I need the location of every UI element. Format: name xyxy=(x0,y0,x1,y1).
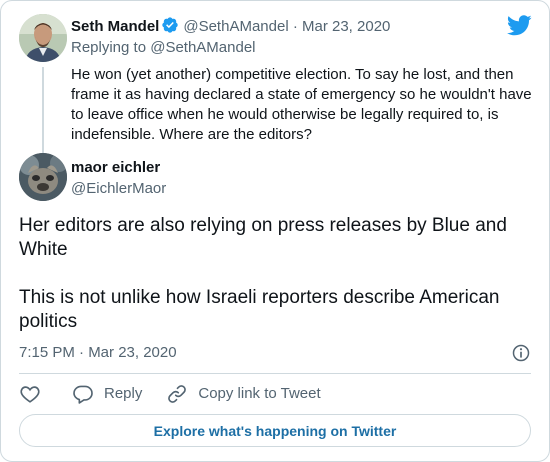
tweet-timestamp[interactable]: 7:15 PM · Mar 23, 2020 xyxy=(19,343,177,363)
parent-tweet-date[interactable]: Mar 23, 2020 xyxy=(302,18,390,35)
link-icon xyxy=(168,385,187,403)
speech-bubble-icon xyxy=(73,385,93,404)
avatar[interactable] xyxy=(19,14,67,62)
verified-badge-icon xyxy=(161,16,179,40)
avatar-photo-icon xyxy=(19,14,67,62)
avatar-photo-icon xyxy=(19,153,67,201)
author-name[interactable]: maor eichler xyxy=(71,158,160,178)
tweet-actions: Reply Copy link to Tweet xyxy=(19,383,321,405)
tweet-paragraph: Her editors are also relying on press re… xyxy=(19,215,507,260)
copy-link-label: Copy link to Tweet xyxy=(198,385,321,402)
parent-tweet-text: He won (yet another) competitive electio… xyxy=(71,66,532,143)
parent-author-handle[interactable]: @SethAMandel xyxy=(183,18,288,35)
tweet-paragraph: This is not unlike how Israeli reporters… xyxy=(19,287,500,332)
tweet-embed-card: Seth Mandel @SethAMandel · Mar 23, 2020 R… xyxy=(0,0,550,462)
info-icon[interactable] xyxy=(511,343,531,363)
like-button[interactable] xyxy=(19,383,41,405)
divider xyxy=(19,373,531,374)
reply-button[interactable]: Reply xyxy=(72,383,142,405)
twitter-bird-icon[interactable] xyxy=(507,15,532,36)
parent-author-name[interactable]: Seth Mandel xyxy=(71,18,159,35)
tweet-text: Her editors are also relying on press re… xyxy=(19,214,539,334)
parent-tweet-header: Seth Mandel @SethAMandel · Mar 23, 2020 xyxy=(71,16,390,40)
avatar[interactable] xyxy=(19,153,67,201)
separator-dot: · xyxy=(292,18,298,35)
replying-to-label: Replying to @SethAMandel xyxy=(71,39,256,56)
heart-icon xyxy=(20,386,40,403)
reply-label: Reply xyxy=(104,385,143,402)
author-handle[interactable]: @EichlerMaor xyxy=(71,179,166,199)
explore-twitter-button[interactable]: Explore what's happening on Twitter xyxy=(19,414,531,447)
copy-link-button[interactable]: Copy link to Tweet xyxy=(166,383,321,405)
thread-connector-line xyxy=(42,67,44,159)
